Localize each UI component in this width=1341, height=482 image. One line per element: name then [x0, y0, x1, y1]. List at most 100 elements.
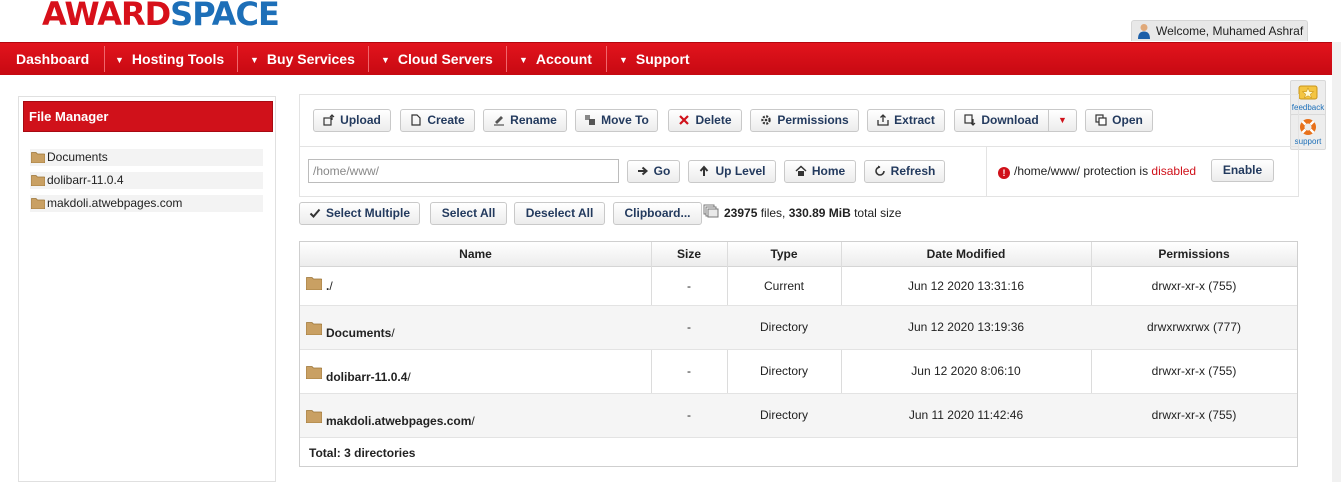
delete-label: Delete	[695, 113, 732, 127]
nav-support-label: Support	[635, 51, 690, 67]
upload-icon	[323, 114, 335, 126]
permissions-button[interactable]: Permissions	[750, 109, 859, 132]
download-label: Download	[981, 113, 1039, 127]
nav-separator	[104, 46, 105, 72]
deselect-all-label: Deselect All	[525, 206, 594, 220]
nav-cloud-servers-label: Cloud Servers	[397, 51, 493, 67]
nav-account[interactable]: ▼ Account	[519, 43, 592, 75]
column-header-size[interactable]: Size	[651, 242, 727, 267]
move-icon	[585, 115, 596, 125]
column-header-type[interactable]: Type	[727, 242, 841, 267]
file-name-cell[interactable]: Documents/	[306, 322, 395, 340]
file-size: -	[687, 320, 691, 334]
up-level-button[interactable]: Up Level	[688, 160, 776, 183]
enable-protection-button[interactable]: Enable	[1211, 159, 1274, 182]
welcome-user-badge[interactable]: Welcome, Muhamed Ashraf	[1131, 20, 1308, 41]
table-row[interactable]: dolibarr-11.0.4/ - Directory Jun 12 2020…	[300, 350, 1297, 394]
file-permissions: drwxr-xr-x (755)	[1151, 364, 1237, 378]
files-count: 23975	[724, 206, 758, 220]
rename-button[interactable]: Rename	[483, 109, 567, 132]
folder-icon	[306, 322, 322, 335]
table-row[interactable]: ./ - Current Jun 12 2020 13:31:16 drwxr-…	[300, 267, 1297, 306]
folder-icon	[306, 366, 322, 379]
go-button[interactable]: Go	[627, 160, 680, 183]
file-name-cell[interactable]: ./	[306, 277, 333, 293]
move-to-button[interactable]: Move To	[575, 109, 658, 132]
select-multiple-label: Select Multiple	[325, 206, 411, 220]
move-to-label: Move To	[601, 113, 649, 127]
tree-item-dolibarr[interactable]: dolibarr-11.0.4	[30, 172, 263, 189]
open-button[interactable]: Open	[1085, 109, 1153, 132]
download-button[interactable]: Download	[954, 109, 1049, 132]
select-all-button[interactable]: Select All	[430, 202, 507, 225]
table-row[interactable]: makdoli.atwebpages.com/ - Directory Jun …	[300, 394, 1297, 438]
home-icon	[795, 165, 807, 176]
nav-buy-services[interactable]: ▼ Buy Services	[250, 43, 355, 75]
folder-icon	[31, 175, 45, 186]
rename-label: Rename	[510, 113, 557, 127]
size-label: total size	[850, 206, 902, 220]
tree-item-makdoli[interactable]: makdoli.atwebpages.com	[30, 195, 263, 212]
refresh-button[interactable]: Refresh	[864, 160, 945, 183]
refresh-label: Refresh	[890, 164, 936, 178]
checkmark-icon	[309, 208, 321, 218]
arrow-up-icon	[700, 165, 709, 176]
nav-support[interactable]: ▼ Support	[619, 43, 690, 75]
file-actions-panel: Upload Create Rename Move To Delete Perm…	[299, 94, 1299, 197]
deselect-all-button[interactable]: Deselect All	[514, 202, 605, 225]
create-button[interactable]: Create	[400, 109, 475, 132]
dropdown-arrow-icon: ▼	[619, 55, 628, 65]
nav-dashboard-label: Dashboard	[16, 51, 90, 67]
user-avatar-icon	[1138, 24, 1150, 39]
select-all-label: Select All	[441, 206, 496, 220]
dropdown-arrow-icon: ▼	[115, 55, 124, 65]
table-row[interactable]: Documents/ - Directory Jun 12 2020 13:19…	[300, 306, 1297, 350]
column-header-name[interactable]: Name	[300, 242, 651, 267]
upload-button[interactable]: Upload	[313, 109, 391, 132]
delete-x-icon	[679, 115, 690, 125]
folder-icon	[306, 410, 322, 423]
column-header-permissions[interactable]: Permissions	[1091, 242, 1297, 267]
nav-separator	[506, 46, 507, 72]
tree-item-documents[interactable]: Documents	[30, 149, 263, 166]
nav-cloud-servers[interactable]: ▼ Cloud Servers	[381, 43, 493, 75]
lifebuoy-icon	[1300, 119, 1316, 135]
file-size: -	[687, 279, 691, 293]
total-size: 330.89 MiB	[788, 206, 851, 220]
nav-buy-services-label: Buy Services	[266, 51, 355, 67]
file-permissions: drwxr-xr-x (755)	[1151, 279, 1237, 293]
tree-item-label: dolibarr-11.0.4	[47, 173, 124, 187]
open-window-icon	[1095, 114, 1107, 126]
file-name-cell[interactable]: dolibarr-11.0.4/	[306, 366, 411, 384]
extract-icon	[877, 114, 889, 126]
nav-hosting-tools-label: Hosting Tools	[131, 51, 225, 67]
trailing-slash: /	[391, 326, 395, 340]
new-file-icon	[411, 114, 421, 126]
dropdown-arrow-icon: ▼	[519, 55, 528, 65]
column-header-date-modified[interactable]: Date Modified	[841, 242, 1091, 267]
caret-down-icon: ▼	[1058, 115, 1067, 125]
nav-dashboard[interactable]: Dashboard	[16, 43, 89, 75]
awardspace-logo[interactable]: AWARDSPACE	[42, 0, 280, 32]
protection-status: ! /home/www/ protection is disabled	[998, 164, 1196, 179]
go-label: Go	[653, 164, 671, 178]
nav-hosting-tools[interactable]: ▼ Hosting Tools	[115, 43, 224, 75]
nav-account-label: Account	[535, 51, 592, 67]
download-options-dropdown[interactable]: ▼	[1048, 109, 1077, 132]
file-date-modified: Jun 12 2020 13:19:36	[907, 320, 1025, 334]
file-size: -	[687, 364, 691, 378]
nav-separator	[606, 46, 607, 72]
select-multiple-button[interactable]: Select Multiple	[299, 202, 420, 225]
file-size: -	[687, 408, 691, 422]
extract-button[interactable]: Extract	[867, 109, 945, 132]
page-scrollbar[interactable]	[1332, 42, 1341, 482]
delete-button[interactable]: Delete	[668, 109, 742, 132]
clipboard-button[interactable]: Clipboard...	[613, 202, 702, 225]
home-button[interactable]: Home	[784, 160, 856, 183]
file-name-cell[interactable]: makdoli.atwebpages.com/	[306, 410, 475, 428]
warning-icon: !	[998, 167, 1010, 179]
home-label: Home	[811, 164, 846, 178]
path-input[interactable]	[308, 159, 619, 183]
file-permissions: drwxr-xr-x (755)	[1151, 408, 1237, 422]
file-type: Current	[763, 279, 804, 293]
